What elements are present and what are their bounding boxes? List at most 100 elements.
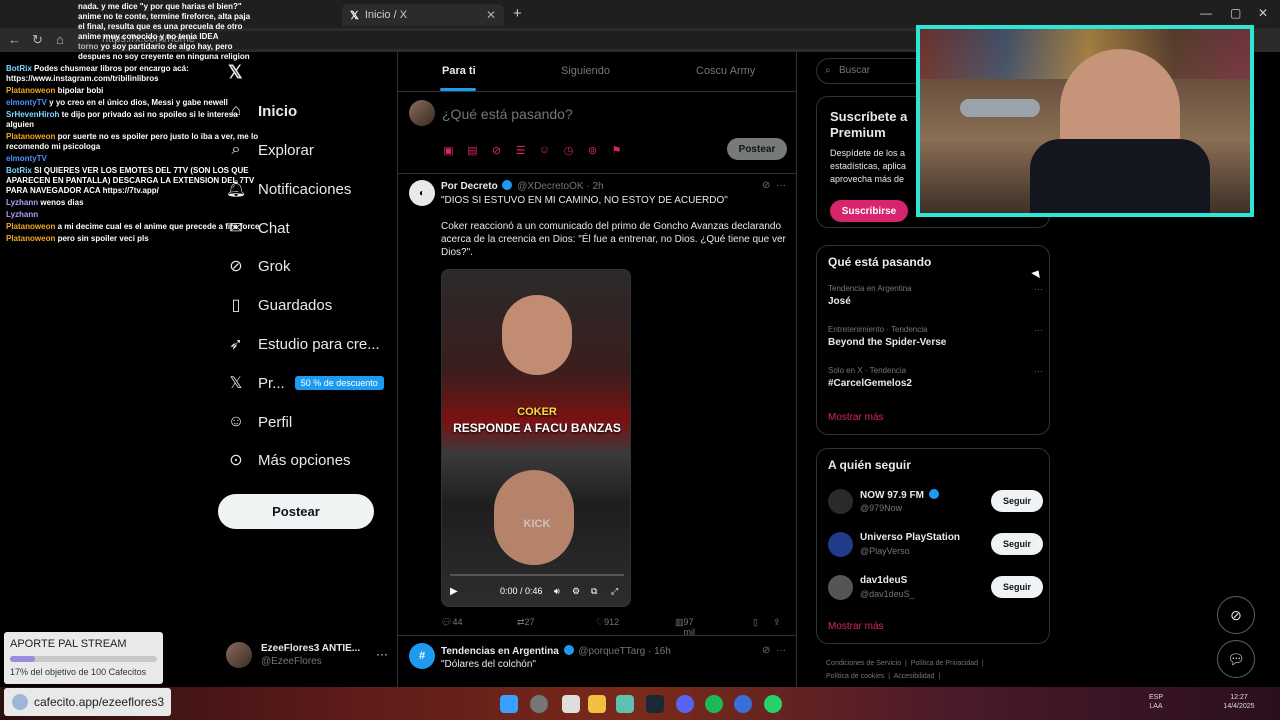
taskview-icon[interactable] bbox=[562, 695, 580, 713]
language-indicator[interactable]: ESP LAA bbox=[1146, 693, 1166, 711]
avatar[interactable] bbox=[828, 575, 853, 600]
avatar[interactable] bbox=[828, 532, 853, 557]
play-icon[interactable]: ▶ bbox=[450, 586, 458, 597]
views-button[interactable]: ▥ 97 mil bbox=[675, 617, 695, 637]
more-icon[interactable]: ··· bbox=[776, 180, 786, 191]
tweet-video[interactable]: COKER RESPONDE A FACU BANZAS KICK ▶ 0:00… bbox=[441, 269, 631, 607]
reply-button[interactable]: 💬︎ 44 bbox=[441, 617, 462, 628]
tweet-handle[interactable]: @XDecretoOK bbox=[517, 181, 583, 192]
avatar[interactable]: ◐ bbox=[409, 180, 435, 206]
settings-icon[interactable]: ⚙ bbox=[572, 586, 580, 597]
sidebar-item-guardados[interactable]: ▯ Guardados bbox=[226, 290, 333, 320]
sidebar-item-explorar[interactable]: ⌕ Explorar bbox=[226, 135, 314, 165]
more-icon[interactable]: ··· bbox=[376, 647, 388, 661]
folder-icon[interactable] bbox=[588, 695, 606, 713]
spotify-icon[interactable] bbox=[705, 695, 723, 713]
show-more-link[interactable]: Mostrar más bbox=[828, 621, 884, 632]
follow-button[interactable]: Seguir bbox=[991, 576, 1043, 598]
compose-post-button[interactable]: Postear bbox=[727, 138, 787, 160]
home-icon[interactable]: ⌂ bbox=[56, 32, 64, 47]
new-tab-icon[interactable]: + bbox=[513, 5, 522, 22]
clock[interactable]: 12:27 14/4/2025 bbox=[1222, 693, 1256, 711]
app-icon[interactable] bbox=[734, 695, 752, 713]
repost-button[interactable]: ⇄ 27 bbox=[517, 617, 535, 628]
more-icon[interactable]: ··· bbox=[1034, 284, 1043, 294]
subscribe-button[interactable]: Suscribirse bbox=[830, 200, 908, 222]
tweet-time[interactable]: 16h bbox=[654, 646, 671, 657]
flag-icon[interactable]: ⚑ bbox=[610, 144, 623, 157]
footer-link[interactable]: Política de Privacidad bbox=[911, 660, 978, 667]
trend-item[interactable]: Tendencia en Argentina José ··· bbox=[828, 284, 1043, 307]
poll-icon[interactable]: ☰ bbox=[514, 144, 527, 157]
maximize-icon[interactable]: ▢ bbox=[1230, 6, 1241, 20]
bookmark-icon[interactable]: ▯ bbox=[753, 617, 758, 628]
compose-input[interactable]: ¿Qué está pasando? bbox=[442, 106, 573, 122]
fullscreen-icon[interactable]: ⤢ bbox=[611, 586, 618, 597]
follow-item[interactable]: Universo PlayStation @PlayVerso Seguir bbox=[828, 530, 1043, 560]
tab-coscu-army[interactable]: Coscu Army bbox=[696, 65, 755, 77]
account-switcher[interactable]: EzeeFlores3 ANTIE... @EzeeFlores ··· bbox=[226, 637, 388, 673]
schedule-icon[interactable]: ◷ bbox=[562, 144, 575, 157]
tab-siguiendo[interactable]: Siguiendo bbox=[561, 65, 610, 77]
tweet-menu[interactable]: ⊘ ··· bbox=[762, 645, 786, 656]
tweet-author[interactable]: Tendencias en Argentina bbox=[441, 646, 559, 657]
close-window-icon[interactable]: ✕ bbox=[1258, 6, 1268, 20]
more-icon[interactable]: ··· bbox=[776, 645, 786, 656]
tweet[interactable]: # Tendencias en Argentina @porqueTTarg ·… bbox=[398, 637, 796, 687]
like-button[interactable]: ♡ 912 bbox=[596, 617, 619, 628]
tweet-handle[interactable]: @porqueTTarg bbox=[578, 646, 645, 657]
tab-para-ti[interactable]: Para ti bbox=[442, 65, 476, 77]
pip-icon[interactable]: ⧉ bbox=[591, 586, 597, 597]
back-icon[interactable]: ← bbox=[8, 32, 21, 47]
discord-icon[interactable] bbox=[676, 695, 694, 713]
grok-fab-button[interactable]: ⊘ bbox=[1217, 596, 1255, 634]
grok-icon[interactable]: ⊘ bbox=[762, 180, 770, 191]
gif-icon[interactable]: ▤ bbox=[466, 144, 479, 157]
grok-icon[interactable]: ⊘ bbox=[490, 144, 503, 157]
x-logo-icon[interactable]: 𝕏 bbox=[228, 62, 243, 83]
minimize-icon[interactable]: — bbox=[1200, 6, 1212, 20]
follow-button[interactable]: Seguir bbox=[991, 490, 1043, 512]
footer-link[interactable]: Condiciones de Servicio bbox=[826, 660, 901, 667]
follow-item[interactable]: dav1deuS @dav1deuS_ Seguir bbox=[828, 573, 1043, 603]
location-icon[interactable]: ⊚ bbox=[586, 144, 599, 157]
tweet[interactable]: ◐ Por Decreto @XDecretoOK · 2h ⊘ ··· "DI… bbox=[398, 174, 796, 637]
whatsapp-icon[interactable] bbox=[764, 695, 782, 713]
emoji-icon[interactable]: ☺ bbox=[538, 144, 551, 157]
start-icon[interactable] bbox=[500, 695, 518, 713]
trend-item[interactable]: Entretenimiento · Tendencia Beyond the S… bbox=[828, 325, 1043, 348]
share-icon[interactable]: ⇪ bbox=[773, 617, 781, 628]
hashtag-avatar-icon[interactable]: # bbox=[409, 643, 435, 669]
sidebar-item-premium[interactable]: 𝕏 Pr... 50 % de descuento bbox=[226, 368, 384, 398]
sidebar-item-chat[interactable]: ✉ Chat bbox=[226, 213, 289, 243]
footer-link[interactable]: Política de cookies bbox=[826, 673, 884, 680]
chat-fab-button[interactable]: 💬︎ bbox=[1217, 640, 1255, 678]
more-icon[interactable]: ··· bbox=[1034, 325, 1043, 335]
avatar[interactable] bbox=[828, 489, 853, 514]
sidebar-item-notificaciones[interactable]: 🔔︎ Notificaciones bbox=[226, 174, 352, 204]
close-icon[interactable]: ✕ bbox=[486, 8, 496, 22]
sidebar-item-mas-opciones[interactable]: ⊙ Más opciones bbox=[226, 445, 350, 475]
post-button[interactable]: Postear bbox=[218, 494, 374, 529]
sidebar-item-inicio[interactable]: ⌂ Inicio bbox=[226, 96, 297, 126]
sidebar-item-estudio[interactable]: ➶ Estudio para cre... bbox=[226, 329, 379, 359]
tweet-time[interactable]: 2h bbox=[592, 181, 603, 192]
steam-icon[interactable] bbox=[646, 695, 664, 713]
tweet-menu[interactable]: ⊘ ··· bbox=[762, 180, 786, 191]
tweet-author[interactable]: Por Decreto bbox=[441, 181, 498, 192]
follow-button[interactable]: Seguir bbox=[991, 533, 1043, 555]
show-more-link[interactable]: Mostrar más bbox=[828, 412, 884, 423]
follow-item[interactable]: NOW 97.9 FM @979Now Seguir bbox=[828, 487, 1043, 517]
image-icon[interactable]: ▣ bbox=[442, 144, 455, 157]
sidebar-item-grok[interactable]: ⊘ Grok bbox=[226, 251, 290, 281]
search-icon[interactable] bbox=[530, 695, 548, 713]
tab-inicio-x[interactable]: 𝕏 Inicio / X ✕ bbox=[342, 4, 504, 26]
sidebar-item-perfil[interactable]: ☺ Perfil bbox=[226, 407, 292, 437]
footer-link[interactable]: Accesibilidad bbox=[894, 673, 935, 680]
more-icon[interactable]: ··· bbox=[1034, 366, 1043, 376]
browser-icon[interactable] bbox=[616, 695, 634, 713]
trend-item[interactable]: Solo en X · Tendencia #CarcelGemelos2 ··… bbox=[828, 366, 1043, 389]
volume-icon[interactable]: 🔊︎ bbox=[554, 586, 560, 597]
grok-icon[interactable]: ⊘ bbox=[762, 645, 770, 656]
reload-icon[interactable]: ↻ bbox=[32, 32, 43, 48]
